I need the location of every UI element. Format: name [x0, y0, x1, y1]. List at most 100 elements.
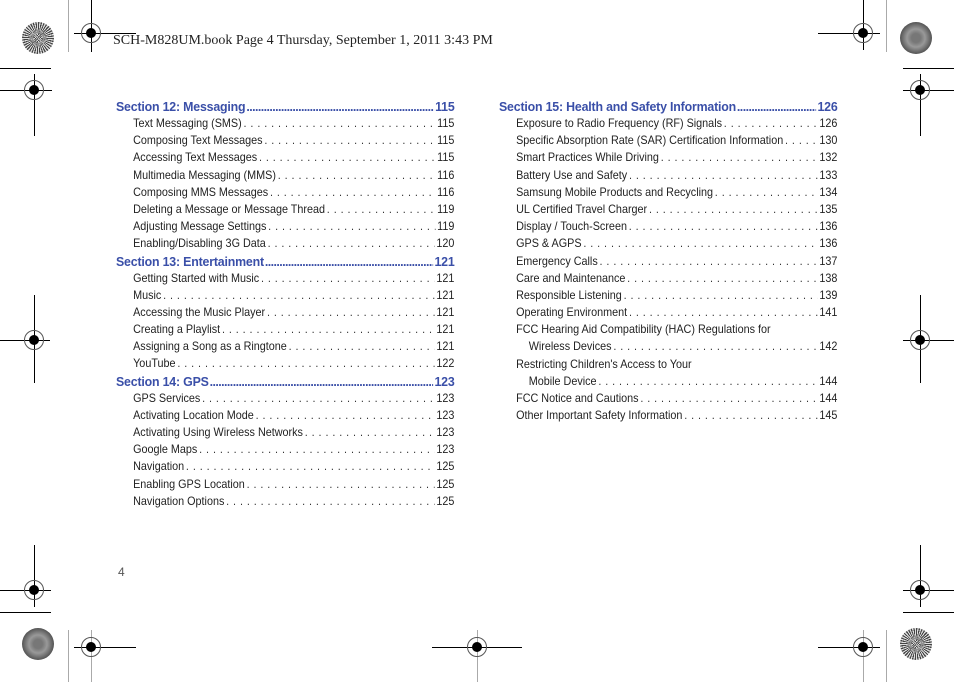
entry-title: Operating Environment [516, 305, 628, 320]
registration-mark-icon [24, 580, 44, 600]
section-page-number: 121 [434, 253, 455, 269]
toc-section-heading[interactable]: Section 15: Health and Safety Informatio… [499, 98, 838, 115]
dot-leader [226, 493, 434, 510]
dot-leader [268, 235, 435, 252]
entry-title: Assigning a Song as a Ringtone [133, 339, 287, 354]
dot-leader [583, 235, 817, 252]
toc-entry[interactable]: Navigation Options 125 [116, 493, 454, 510]
toc-section-heading[interactable]: Section 13: Entertainment 121 [116, 253, 455, 270]
crop-line [903, 68, 954, 69]
entry-page-number: 144 [819, 391, 838, 405]
toc-entry[interactable]: Composing Text Messages 115 [116, 132, 454, 149]
entry-title: Navigation [133, 459, 185, 474]
toc-entry[interactable]: Accessing Text Messages 115 [116, 149, 454, 166]
entry-title: Other Important Safety Information [516, 408, 683, 423]
toc-entry[interactable]: Composing MMS Messages 116 [116, 184, 454, 201]
toc-entry[interactable]: Display / Touch-Screen 136 [499, 218, 837, 235]
entry-title: Restricting Children's Access to Your [516, 356, 692, 371]
entry-title: FCC Hearing Aid Compatibility (HAC) Regu… [516, 322, 771, 337]
entry-page-number: 126 [819, 116, 838, 130]
entry-title: Multimedia Messaging (MMS) [133, 167, 276, 182]
toc-entry[interactable]: Exposure to Radio Frequency (RF) Signals… [499, 115, 837, 132]
entry-page-number: 116 [437, 184, 455, 199]
dot-leader [600, 253, 818, 270]
toc-entry[interactable]: YouTube 122 [116, 355, 454, 372]
entry-title: Getting Started with Music [133, 270, 260, 285]
toc-entry[interactable]: Accessing the Music Player 121 [116, 304, 454, 321]
trim-line [68, 0, 69, 52]
toc-entry[interactable]: Other Important Safety Information 145 [499, 407, 837, 424]
section-title: Section 12: Messaging [116, 99, 246, 114]
toc-entry[interactable]: Assigning a Song as a Ringtone 121 [116, 338, 454, 355]
dot-leader [267, 304, 435, 321]
entry-page-number: 139 [819, 287, 838, 302]
toc-entry[interactable]: Navigation 125 [116, 458, 454, 475]
toc-section-heading[interactable]: Section 12: Messaging 115 [116, 98, 455, 115]
toc-entry[interactable]: Deleting a Message or Message Thread 119 [116, 201, 454, 218]
dot-leader [640, 390, 817, 407]
toc-entry[interactable]: Music 121 [116, 287, 454, 304]
entry-title: Composing MMS Messages [133, 184, 269, 199]
toc-entry[interactable]: Activating Using Wireless Networks 123 [116, 424, 454, 441]
entry-title: Specific Absorption Rate (SAR) Certifica… [516, 133, 784, 148]
entry-title: Samsung Mobile Products and Recycling [516, 184, 714, 199]
dot-leader [261, 270, 435, 287]
entry-page-number: 145 [819, 408, 838, 423]
dot-leader [199, 441, 434, 458]
toc-entry[interactable]: Creating a Playlist 121 [116, 321, 454, 338]
entry-title: Display / Touch-Screen [516, 219, 627, 234]
dot-leader [629, 167, 818, 184]
toc-entry[interactable]: Smart Practices While Driving 132 [499, 149, 837, 166]
entry-title: YouTube [133, 356, 176, 371]
toc-entry[interactable]: Getting Started with Music 121 [116, 270, 454, 287]
toc-entry[interactable]: Responsible Listening 139 [499, 287, 837, 304]
dot-leader [785, 132, 818, 149]
registration-mark-icon [81, 637, 101, 657]
toc-entry[interactable]: Restricting Children's Access to Your [499, 356, 837, 373]
toc-entry[interactable]: Samsung Mobile Products and Recycling 134 [499, 184, 837, 201]
dot-leader [613, 338, 817, 355]
toc-column-left: Section 12: Messaging115Text Messaging (… [116, 98, 455, 510]
trim-line [886, 630, 887, 682]
toc-entry[interactable]: Text Messaging (SMS) 115 [116, 115, 454, 132]
toc-entry[interactable]: FCC Hearing Aid Compatibility (HAC) Regu… [499, 321, 837, 338]
toc-entry[interactable]: Emergency Calls 137 [499, 253, 837, 270]
dot-leader [202, 390, 434, 407]
page-number: 4 [118, 565, 125, 579]
toc-entry[interactable]: UL Certified Travel Charger 135 [499, 201, 837, 218]
dot-leader [305, 424, 435, 441]
toc-entry[interactable]: Adjusting Message Settings 119 [116, 218, 454, 235]
dot-leader [265, 253, 434, 270]
toc-entry[interactable]: GPS Services 123 [116, 390, 454, 407]
entry-title: Google Maps [133, 442, 198, 457]
toc-entry[interactable]: Activating Location Mode 123 [116, 407, 454, 424]
toc-entry[interactable]: Operating Environment 141 [499, 304, 837, 321]
toc-entry[interactable]: FCC Notice and Cautions 144 [499, 390, 837, 407]
trim-line [68, 630, 69, 682]
toc-entry[interactable]: Care and Maintenance 138 [499, 270, 837, 287]
dot-leader [649, 201, 818, 218]
dot-leader [737, 98, 817, 115]
toc-entry[interactable]: Battery Use and Safety 133 [499, 167, 837, 184]
toc-entry[interactable]: Enabling/Disabling 3G Data 120 [116, 235, 454, 252]
dot-leader [684, 407, 817, 424]
entry-title: GPS Services [133, 390, 201, 405]
entry-title: Care and Maintenance [516, 270, 626, 285]
toc-entry[interactable]: Specific Absorption Rate (SAR) Certifica… [499, 132, 837, 149]
toc-section-heading[interactable]: Section 14: GPS 123 [116, 373, 455, 390]
entry-title: Accessing the Music Player [133, 304, 266, 319]
registration-mark-icon [910, 330, 930, 350]
toc-entry[interactable]: Enabling GPS Location 125 [116, 476, 454, 493]
registration-mark-icon [81, 23, 101, 43]
dot-leader [629, 218, 818, 235]
toc-entry[interactable]: Multimedia Messaging (MMS) 116 [116, 167, 454, 184]
dot-leader [264, 132, 435, 149]
entry-page-number: 121 [436, 287, 455, 302]
toc-entry-continuation[interactable]: Mobile Device 144 [499, 373, 838, 390]
crop-line [0, 68, 51, 69]
toc-entry-continuation[interactable]: Wireless Devices 142 [499, 338, 838, 355]
entry-title: UL Certified Travel Charger [516, 201, 648, 216]
entry-title: Activating Location Mode [133, 407, 254, 422]
toc-entry[interactable]: Google Maps 123 [116, 441, 454, 458]
toc-entry[interactable]: GPS & AGPS 136 [499, 235, 837, 252]
